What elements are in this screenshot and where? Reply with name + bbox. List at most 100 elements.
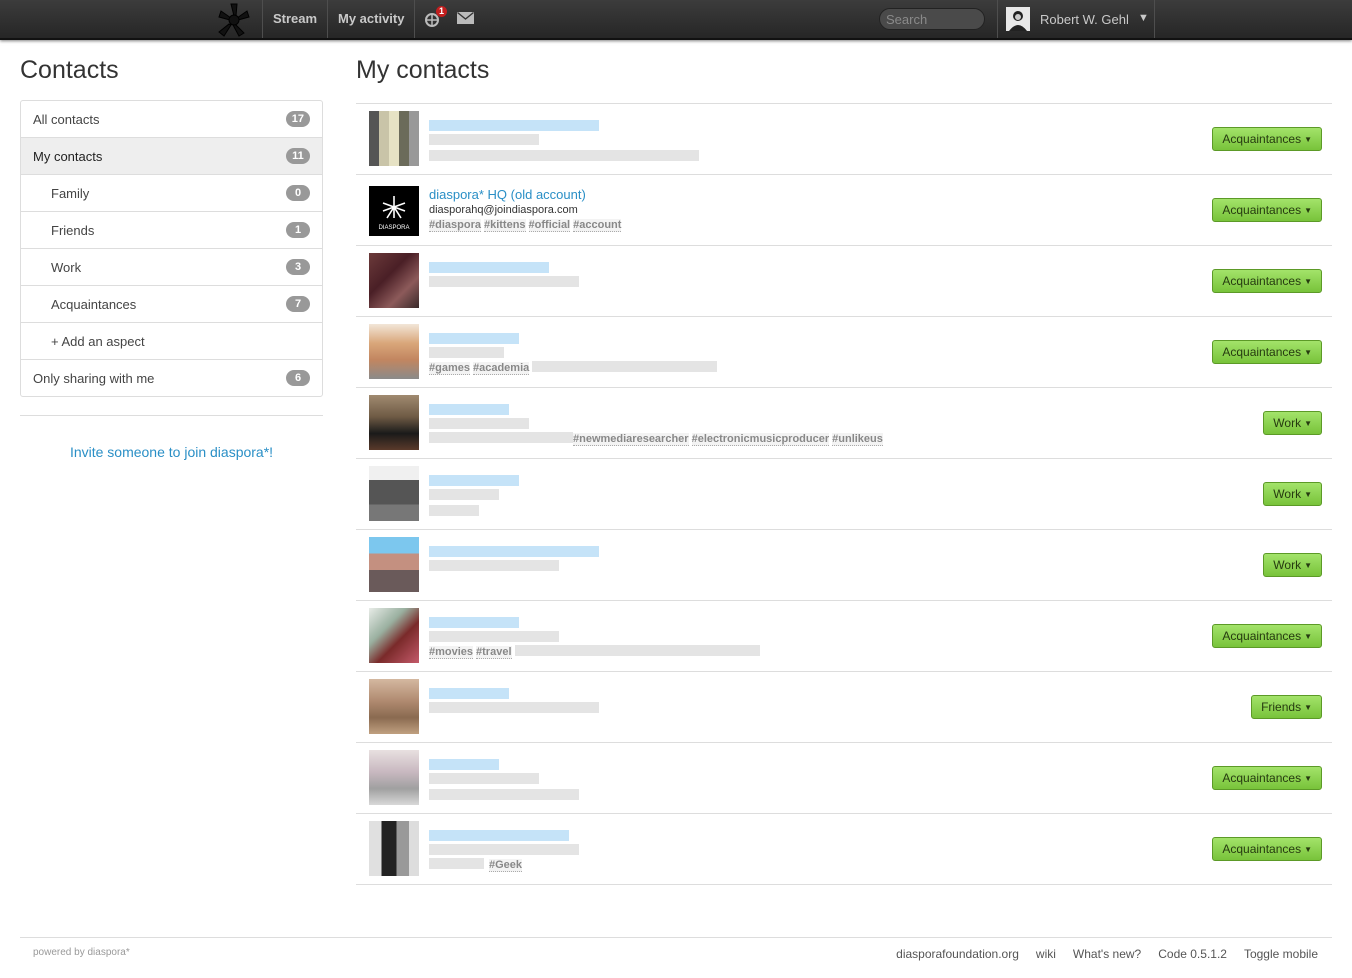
sidebar-title: Contacts [20,56,119,84]
contact-avatar[interactable] [369,324,419,379]
tag-link[interactable]: #unlikeus [832,433,883,446]
tag-link[interactable]: #kittens [483,219,526,232]
contact-name-redacted[interactable] [429,688,509,699]
contact-row: Acquaintances ▼ [356,743,1332,814]
redacted-text [532,361,718,372]
contact-handle-redacted [429,134,539,145]
add-aspect-button[interactable]: + Add an aspect [21,323,322,360]
svg-text:DIASPORA: DIASPORA [378,225,409,231]
diaspora-hq-avatar[interactable]: DIASPORA [369,186,419,236]
contact-row: Friends ▼ [356,672,1332,743]
chevron-down-icon: ▼ [1138,12,1149,24]
footer-link-code[interactable]: Code 0.5.1.2 [1158,947,1227,961]
contact-avatar[interactable] [369,111,419,166]
powered-by: powered by diaspora* [33,947,130,958]
contact-name-redacted[interactable] [429,617,519,628]
tag-link[interactable]: #electronicmusicproducer [691,433,830,446]
contact-list: Acquaintances ▼ DIASPORA diaspora* HQ (ol… [356,103,1332,885]
contact-row: Work ▼ [356,459,1332,530]
footer-links: diasporafoundation.org wiki What's new? Cod… [879,947,1318,961]
contact-name-redacted[interactable] [429,404,509,415]
sidebar-item-friends[interactable]: Friends 1 [21,212,322,249]
user-name: Robert W. Gehl [1040,12,1129,27]
contact-avatar[interactable] [369,537,419,592]
redacted-text [429,432,573,443]
contact-avatar[interactable] [369,821,419,876]
sidebar-item-all-contacts[interactable]: All contacts 17 [21,101,322,138]
tag-link[interactable]: #Geek [489,859,523,872]
footer-link-wiki[interactable]: wiki [1036,947,1056,961]
count-badge: 1 [286,222,310,238]
contact-avatar[interactable] [369,750,419,805]
tag-link[interactable]: #movies [429,646,474,659]
tag-link[interactable]: #official [528,219,571,232]
contact-name-redacted[interactable] [429,333,519,344]
invite-link[interactable]: Invite someone to join diaspora*! [20,444,323,460]
aspect-dropdown-button[interactable]: Acquaintances ▼ [1212,198,1322,222]
contact-avatar[interactable] [369,253,419,308]
aspect-dropdown-button[interactable]: Acquaintances ▼ [1212,127,1322,151]
contact-row: Work ▼ [356,530,1332,601]
footer-link-toggle-mobile[interactable]: Toggle mobile [1244,947,1318,961]
tag-link[interactable]: #newmediaresearcher [573,433,689,446]
contact-name-redacted[interactable] [429,475,519,486]
contact-name-redacted[interactable] [429,262,549,273]
sidebar-item-my-contacts[interactable]: My contacts 11 [21,138,322,175]
contact-avatar[interactable] [369,608,419,663]
sidebar-item-label: Acquaintances [51,297,137,312]
contact-name-redacted[interactable] [429,546,599,557]
contact-info-redacted [429,505,479,516]
aspect-dropdown-button[interactable]: Work ▼ [1263,553,1322,577]
aspect-list: All contacts 17 My contacts 11 Family 0 … [20,100,323,397]
contact-handle-redacted [429,844,579,855]
messages-envelope-icon[interactable] [457,12,474,24]
contact-row: #Geek Acquaintances ▼ [356,814,1332,885]
aspect-dropdown-button[interactable]: Acquaintances ▼ [1212,269,1322,293]
diaspora-logo-icon[interactable] [214,1,254,37]
contact-name-redacted[interactable] [429,759,499,770]
contact-handle-redacted [429,702,599,713]
contact-handle-redacted [429,631,559,642]
tag-link[interactable]: #diaspora [429,219,481,232]
top-bar: Stream My activity 1 Robert W. Gehl ▼ [0,0,1352,40]
aspect-dropdown-button[interactable]: Acquaintances ▼ [1212,624,1322,648]
aspect-dropdown-button[interactable]: Acquaintances ▼ [1212,340,1322,364]
contact-tags: #Geek [429,858,525,872]
contact-row: #movies #travel Acquaintances ▼ [356,601,1332,672]
contact-handle-redacted [429,276,579,287]
contact-name[interactable]: diaspora* HQ (old account) [429,187,586,202]
aspect-dropdown-button[interactable]: Work ▼ [1263,411,1322,435]
contact-tags: #games #academia [429,361,718,375]
footer-link-foundation[interactable]: diasporafoundation.org [896,947,1019,961]
contact-tags: #movies #travel [429,645,760,659]
footer-link-whats-new[interactable]: What's new? [1073,947,1141,961]
page-title: My contacts [356,56,490,84]
sidebar-item-label: Family [51,186,90,201]
contact-handle-redacted [429,773,539,784]
tag-link[interactable]: #academia [472,362,530,375]
sidebar-item-only-sharing[interactable]: Only sharing with me 6 [21,360,322,396]
sidebar-item-work[interactable]: Work 3 [21,249,322,286]
contact-name-redacted[interactable] [429,120,599,131]
search-input[interactable] [879,8,985,30]
contact-name-redacted[interactable] [429,830,569,841]
nav-my-activity[interactable]: My activity [338,11,404,26]
aspect-dropdown-button[interactable]: Acquaintances ▼ [1212,766,1322,790]
tag-link[interactable]: #travel [476,646,512,659]
contact-avatar[interactable] [369,466,419,521]
header-separator [414,0,415,38]
sidebar-item-label: Only sharing with me [33,371,155,386]
aspect-dropdown-button[interactable]: Acquaintances ▼ [1212,837,1322,861]
contact-avatar[interactable] [369,395,419,450]
contact-row: #games #academia Acquaintances ▼ [356,317,1332,388]
tag-link[interactable]: #account [573,219,622,232]
sidebar-item-family[interactable]: Family 0 [21,175,322,212]
contact-handle-redacted [429,347,504,358]
contact-avatar[interactable] [369,679,419,734]
aspect-dropdown-button[interactable]: Friends ▼ [1251,695,1322,719]
tag-link[interactable]: #games [429,362,470,375]
aspect-dropdown-button[interactable]: Work ▼ [1263,482,1322,506]
nav-stream[interactable]: Stream [273,11,317,26]
user-menu[interactable]: Robert W. Gehl ▼ [997,0,1155,38]
sidebar-item-acquaintances[interactable]: Acquaintances 7 [21,286,322,323]
